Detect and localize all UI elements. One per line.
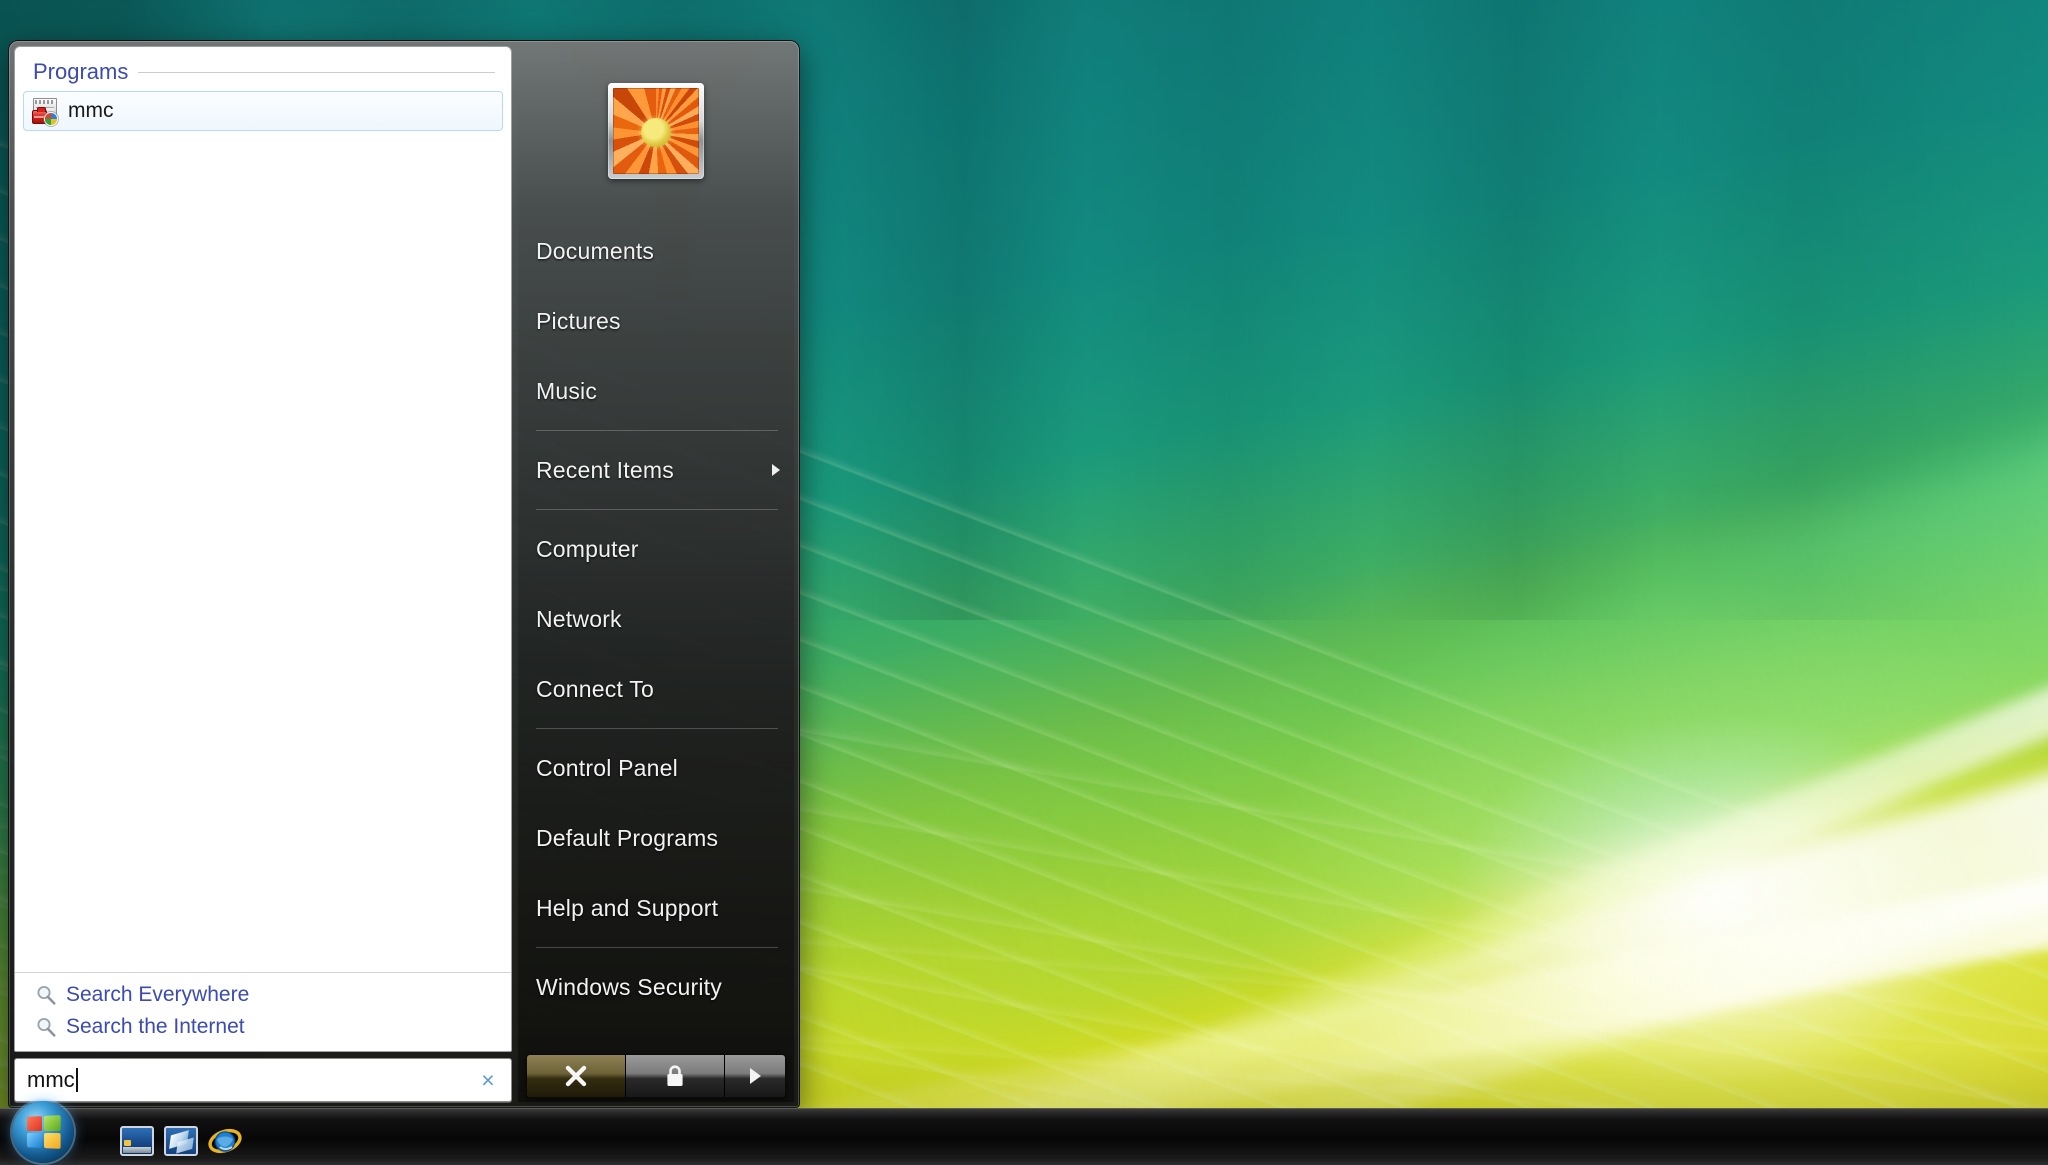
places-list: Documents Pictures Music Recent Items Co… [518, 216, 794, 1022]
search-internet-label: Search the Internet [66, 1015, 245, 1038]
sidebar-item-help-and-support[interactable]: Help and Support [518, 873, 794, 943]
search-input-wrapper[interactable]: mmc [27, 1067, 475, 1093]
user-avatar-flower-icon [613, 88, 699, 174]
quick-launch-bar [120, 1125, 242, 1157]
chevron-right-icon [772, 464, 780, 476]
search-internet-link[interactable]: Search the Internet [15, 1011, 511, 1043]
start-menu[interactable]: Programs mmc Search Everywhere Search th… [8, 40, 800, 1108]
power-options-button[interactable] [725, 1055, 785, 1097]
sidebar-item-label: Pictures [536, 307, 621, 334]
arrow-right-icon [749, 1068, 761, 1084]
power-button-group [526, 1054, 786, 1098]
sidebar-item-label: Music [536, 377, 598, 404]
places-separator [536, 430, 778, 431]
sidebar-item-label: Windows Security [536, 973, 722, 1000]
sidebar-item-music[interactable]: Music [518, 356, 794, 426]
text-caret [75, 1068, 78, 1092]
internet-explorer-icon[interactable] [208, 1125, 242, 1157]
search-box-container: mmc × [14, 1058, 512, 1102]
search-everywhere-link[interactable]: Search Everywhere [15, 979, 511, 1011]
sidebar-item-connect-to[interactable]: Connect To [518, 654, 794, 724]
search-results-pane[interactable]: Programs mmc Search Everywhere Search th… [14, 46, 512, 1052]
sidebar-item-label: Default Programs [536, 824, 719, 851]
sidebar-item-computer[interactable]: Computer [518, 514, 794, 584]
places-separator [536, 509, 778, 510]
places-separator [536, 947, 778, 948]
sidebar-item-network[interactable]: Network [518, 584, 794, 654]
start-menu-right-column: Documents Pictures Music Recent Items Co… [518, 46, 794, 1102]
results-group-label: Programs [33, 59, 129, 84]
x-icon [565, 1065, 587, 1087]
search-input[interactable]: mmc [27, 1067, 75, 1093]
sidebar-item-documents[interactable]: Documents [518, 216, 794, 286]
search-result-label: mmc [68, 99, 114, 122]
search-scope-links: Search Everywhere Search the Internet [15, 972, 511, 1051]
windows-logo-icon [27, 1115, 61, 1149]
mmc-console-icon [32, 97, 60, 125]
search-everywhere-label: Search Everywhere [66, 983, 250, 1006]
places-separator [536, 728, 778, 729]
start-orb[interactable] [12, 1101, 74, 1163]
sidebar-item-pictures[interactable]: Pictures [518, 286, 794, 356]
sidebar-item-label: Computer [536, 535, 639, 562]
sidebar-item-label: Help and Support [536, 894, 719, 921]
sidebar-item-label: Network [536, 605, 622, 632]
taskbar[interactable] [0, 1101, 2048, 1165]
sidebar-item-default-programs[interactable]: Default Programs [518, 803, 794, 873]
sidebar-item-label: Control Panel [536, 754, 678, 781]
padlock-icon [667, 1065, 683, 1086]
shutdown-button[interactable] [527, 1055, 627, 1097]
sidebar-item-label: Documents [536, 237, 655, 264]
start-menu-left-column: Programs mmc Search Everywhere Search th… [14, 46, 512, 1102]
results-group-rule [138, 71, 495, 73]
sidebar-item-windows-security[interactable]: Windows Security [518, 952, 794, 1022]
lock-button[interactable] [626, 1055, 726, 1097]
sidebar-item-label: Recent Items [536, 456, 674, 483]
clear-search-button[interactable]: × [475, 1067, 501, 1093]
sidebar-item-control-panel[interactable]: Control Panel [518, 733, 794, 803]
show-desktop-icon[interactable] [120, 1126, 154, 1156]
search-icon [37, 1017, 56, 1037]
flip3d-icon[interactable] [164, 1126, 198, 1156]
user-account-picture-zone[interactable] [518, 46, 794, 216]
results-group-header: Programs [15, 59, 511, 85]
search-icon [37, 985, 56, 1005]
avatar[interactable] [608, 83, 704, 179]
start-menu-body: Programs mmc Search Everywhere Search th… [14, 46, 794, 1102]
power-button-bar [518, 1048, 794, 1102]
sidebar-item-label: Connect To [536, 675, 654, 702]
search-box[interactable]: mmc × [14, 1058, 512, 1102]
search-result-item-mmc[interactable]: mmc [23, 91, 503, 131]
search-results-list: Programs mmc [15, 47, 511, 972]
sidebar-item-recent-items[interactable]: Recent Items [518, 435, 794, 505]
